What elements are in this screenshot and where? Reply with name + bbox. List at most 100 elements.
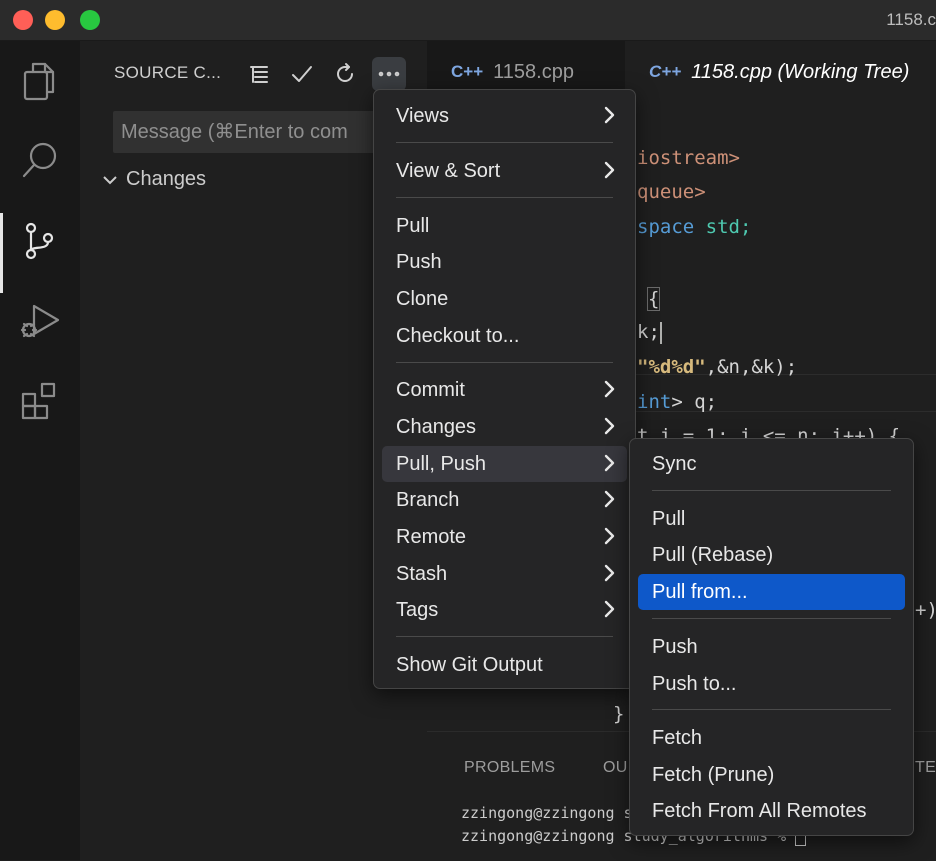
submenu-item-fetch-prune[interactable]: Fetch (Prune)	[638, 757, 905, 793]
activity-bar	[0, 41, 80, 860]
cpp-file-icon: C++	[649, 62, 682, 81]
submenu-item-pull[interactable]: Pull	[638, 501, 905, 537]
menu-item-clone[interactable]: Clone	[382, 281, 627, 317]
menu-item-label: Checkout to...	[396, 324, 520, 347]
menu-separator	[652, 709, 891, 710]
tab-label: 1158.cpp (Working Tree)	[691, 60, 910, 83]
menu-item-label: Fetch (Prune)	[652, 763, 775, 786]
menu-item-label: Push to...	[652, 672, 737, 695]
chevron-right-icon	[603, 380, 615, 404]
code-line: "%d%d",&n,&k);	[637, 356, 798, 378]
run-debug-icon[interactable]	[0, 291, 80, 351]
menu-item-label: Pull	[652, 507, 686, 530]
menu-item-label: Stash	[396, 562, 448, 585]
code-line: {	[647, 287, 661, 311]
chevron-right-icon	[603, 417, 615, 441]
extensions-icon[interactable]	[0, 371, 80, 431]
menu-item-push[interactable]: Push	[382, 244, 627, 280]
menu-separator	[652, 618, 891, 619]
code-line: queue>	[637, 181, 706, 203]
menu-item-label: Fetch From All Remotes	[652, 799, 867, 822]
refresh-button[interactable]	[328, 57, 362, 91]
menu-item-stash[interactable]: Stash	[382, 556, 627, 592]
menu-item-label: Pull (Rebase)	[652, 543, 774, 566]
submenu-item-pull-from[interactable]: Pull from...	[638, 574, 905, 610]
menu-item-changes[interactable]: Changes	[382, 409, 627, 445]
more-actions-button[interactable]	[372, 57, 406, 91]
cpp-file-icon: C++	[451, 62, 484, 81]
chevron-right-icon	[603, 564, 615, 588]
submenu-item-fetch[interactable]: Fetch	[638, 720, 905, 756]
close-window-button[interactable]	[13, 10, 33, 30]
changes-label: Changes	[126, 168, 207, 190]
menu-item-label: Clone	[396, 287, 449, 310]
code-line: k;	[637, 321, 662, 344]
menu-item-commit[interactable]: Commit	[382, 372, 627, 408]
menu-item-label: Branch	[396, 488, 460, 511]
submenu-item-fetch-from-all-remotes[interactable]: Fetch From All Remotes	[638, 793, 905, 829]
tab-1158-cpp-working-tree[interactable]: C++ 1158.cpp (Working Tree)	[625, 41, 936, 103]
code-line: int> q;	[637, 391, 718, 413]
menu-item-views[interactable]: Views	[382, 98, 627, 134]
sidebar-title: SOURCE C...	[114, 63, 222, 82]
menu-item-label: Tags	[396, 598, 439, 621]
tab-output[interactable]: OU	[603, 759, 628, 777]
more-actions-menu: Views View & Sort Pull Push Clone Checkout to…	[373, 89, 636, 689]
chevron-right-icon	[603, 490, 615, 514]
commit-message-field[interactable]	[113, 111, 383, 153]
menu-item-pull[interactable]: Pull	[382, 208, 627, 244]
text-cursor	[659, 321, 662, 344]
menu-item-label: Pull, Push	[396, 452, 487, 475]
code-line: space std;	[637, 216, 752, 238]
menu-item-checkout-to[interactable]: Checkout to...	[382, 318, 627, 354]
menu-separator	[396, 142, 613, 143]
menu-separator	[396, 362, 613, 363]
minimize-window-button[interactable]	[45, 10, 65, 30]
chevron-right-icon	[603, 161, 615, 185]
menu-item-label: Push	[396, 250, 442, 273]
tab-problems[interactable]: PROBLEMS	[464, 759, 555, 777]
changes-group[interactable]: Changes	[102, 168, 206, 191]
view-as-tree-button[interactable]	[242, 57, 276, 91]
tab-label: 1158.cpp	[493, 60, 574, 83]
menu-item-label: Remote	[396, 525, 467, 548]
maximize-window-button[interactable]	[80, 10, 100, 30]
menu-item-label: Show Git Output	[396, 653, 543, 676]
menu-separator	[396, 197, 613, 198]
submenu-item-pull-rebase[interactable]: Pull (Rebase)	[638, 537, 905, 573]
submenu-item-push[interactable]: Push	[638, 629, 905, 665]
menu-separator	[396, 636, 613, 637]
commit-button[interactable]	[285, 57, 319, 91]
menu-item-remote[interactable]: Remote	[382, 519, 627, 555]
chevron-right-icon	[603, 454, 615, 478]
chevron-down-icon	[103, 175, 117, 184]
menu-item-label: View & Sort	[396, 159, 501, 182]
explorer-icon[interactable]	[0, 51, 80, 111]
menu-item-label: Commit	[396, 378, 465, 401]
menu-item-tags[interactable]: Tags	[382, 592, 627, 628]
menu-item-label: Push	[652, 635, 698, 658]
window-title: 1158.c	[886, 10, 936, 29]
tab-terminal[interactable]: TE	[915, 759, 936, 777]
chevron-right-icon	[603, 527, 615, 551]
title-bar: 1158.c	[0, 0, 936, 41]
submenu-item-sync[interactable]: Sync	[638, 446, 905, 482]
code-line: iostream>	[637, 147, 740, 169]
menu-item-view-sort[interactable]: View & Sort	[382, 153, 627, 189]
pull-push-submenu: Sync Pull Pull (Rebase) Pull from... Push Pus…	[629, 438, 914, 836]
menu-item-label: Views	[396, 104, 449, 127]
menu-separator	[652, 490, 891, 491]
menu-item-pull-push[interactable]: Pull, Push	[382, 446, 627, 482]
menu-item-show-git-output[interactable]: Show Git Output	[382, 647, 627, 683]
menu-item-label: Pull from...	[652, 580, 748, 603]
code-line: +)	[915, 599, 936, 621]
search-icon[interactable]	[0, 131, 80, 191]
menu-item-label: Changes	[396, 415, 477, 438]
chevron-right-icon	[603, 600, 615, 624]
source-control-icon[interactable]	[0, 211, 80, 293]
commit-message-input[interactable]	[113, 111, 383, 153]
menu-item-label: Pull	[396, 214, 430, 237]
menu-item-branch[interactable]: Branch	[382, 482, 627, 518]
submenu-item-push-to[interactable]: Push to...	[638, 666, 905, 702]
menu-item-label: Fetch	[652, 726, 703, 749]
